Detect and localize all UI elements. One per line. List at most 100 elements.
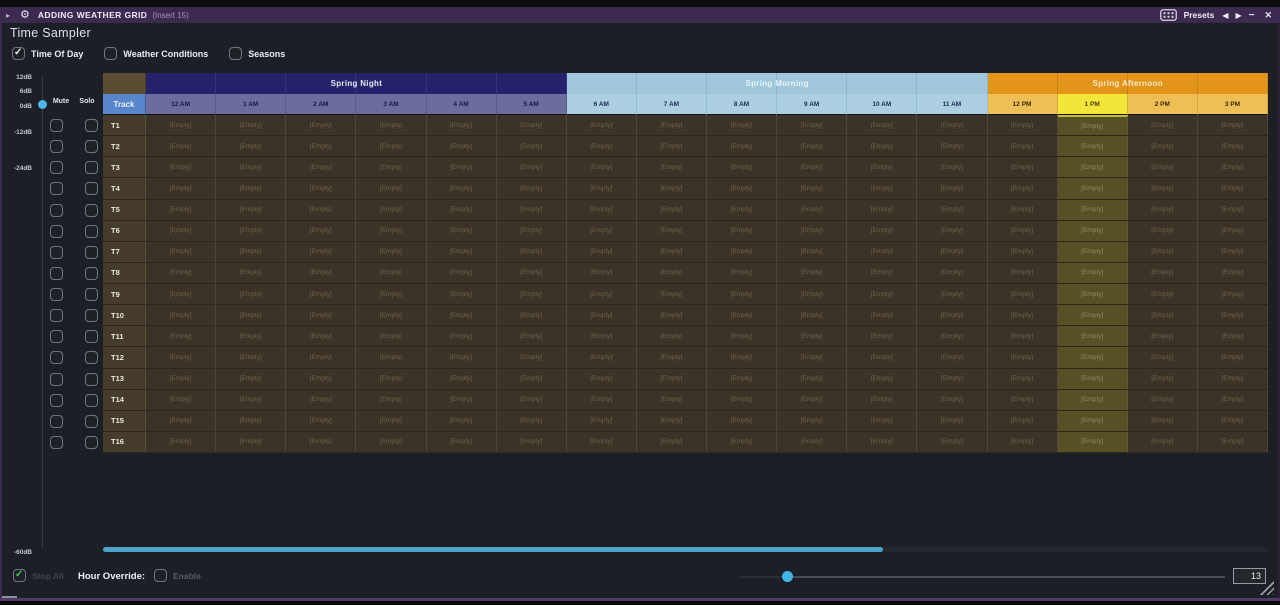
grid-cell[interactable]: [Empty] <box>216 221 286 242</box>
grid-cell[interactable]: [Empty] <box>777 432 847 453</box>
mute-checkbox-t12[interactable] <box>50 351 63 364</box>
grid-cell[interactable]: [Empty] <box>567 305 637 326</box>
grid-cell[interactable]: [Empty] <box>1058 369 1128 390</box>
grid-cell[interactable]: [Empty] <box>1058 200 1128 221</box>
mute-checkbox-t2[interactable] <box>50 140 63 153</box>
grid-cell[interactable]: [Empty] <box>777 390 847 411</box>
grid-cell[interactable]: [Empty] <box>286 136 356 157</box>
weather-conditions-checkbox[interactable] <box>104 47 117 60</box>
grid-cell[interactable]: [Empty] <box>427 347 497 368</box>
minimize-icon[interactable]: − <box>1249 10 1255 21</box>
grid-cell[interactable]: [Empty] <box>356 411 426 432</box>
hour-header-9am[interactable]: 9 AM <box>777 94 847 115</box>
grid-cell[interactable]: [Empty] <box>637 115 707 136</box>
grid-cell[interactable]: [Empty] <box>497 115 567 136</box>
grid-cell[interactable]: [Empty] <box>988 326 1058 347</box>
gear-icon[interactable]: ⚙ <box>20 10 30 21</box>
grid-cell[interactable]: [Empty] <box>216 369 286 390</box>
solo-checkbox-t4[interactable] <box>85 182 98 195</box>
grid-cell[interactable]: [Empty] <box>777 369 847 390</box>
grid-cell[interactable]: [Empty] <box>917 157 987 178</box>
grid-cell[interactable]: [Empty] <box>847 326 917 347</box>
grid-cell[interactable]: [Empty] <box>286 221 356 242</box>
grid-cell[interactable]: [Empty] <box>1128 157 1198 178</box>
solo-checkbox-t8[interactable] <box>85 267 98 280</box>
grid-cell[interactable]: [Empty] <box>216 411 286 432</box>
grid-cell[interactable]: [Empty] <box>356 432 426 453</box>
grid-cell[interactable]: [Empty] <box>847 242 917 263</box>
grid-cell[interactable]: [Empty] <box>427 369 497 390</box>
hour-header-12pm[interactable]: 12 PM <box>988 94 1058 115</box>
grid-cell[interactable]: [Empty] <box>917 411 987 432</box>
grid-cell[interactable]: [Empty] <box>707 305 777 326</box>
solo-checkbox-t1[interactable] <box>85 119 98 132</box>
grid-cell[interactable]: [Empty] <box>286 369 356 390</box>
grid-cell[interactable]: [Empty] <box>847 284 917 305</box>
grid-cell[interactable]: [Empty] <box>637 411 707 432</box>
grid-cell[interactable]: [Empty] <box>988 305 1058 326</box>
grid-cell[interactable]: [Empty] <box>356 284 426 305</box>
grid-cell[interactable]: [Empty] <box>1198 305 1268 326</box>
grid-cell[interactable]: [Empty] <box>1058 347 1128 368</box>
grid-cell[interactable]: [Empty] <box>988 263 1058 284</box>
grid-cell[interactable]: [Empty] <box>497 326 567 347</box>
mute-checkbox-t10[interactable] <box>50 309 63 322</box>
grid-cell[interactable]: [Empty] <box>847 221 917 242</box>
grid-cell[interactable]: [Empty] <box>216 390 286 411</box>
grid-cell[interactable]: [Empty] <box>356 157 426 178</box>
hour-header-11am[interactable]: 11 AM <box>917 94 987 115</box>
grid-cell[interactable]: [Empty] <box>427 242 497 263</box>
grid-cell[interactable]: [Empty] <box>637 178 707 199</box>
grid-cell[interactable]: [Empty] <box>707 432 777 453</box>
grid-cell[interactable]: [Empty] <box>497 136 567 157</box>
grid-cell[interactable]: [Empty] <box>637 369 707 390</box>
grid-cell[interactable]: [Empty] <box>988 369 1058 390</box>
grid-cell[interactable]: [Empty] <box>427 115 497 136</box>
grid-cell[interactable]: [Empty] <box>988 136 1058 157</box>
grid-cell[interactable]: [Empty] <box>216 178 286 199</box>
grid-cell[interactable]: [Empty] <box>637 242 707 263</box>
grid-cell[interactable]: [Empty] <box>146 221 216 242</box>
grid-cell[interactable]: [Empty] <box>917 221 987 242</box>
grid-cell[interactable]: [Empty] <box>847 136 917 157</box>
stop-all-checkbox[interactable] <box>13 569 26 582</box>
solo-checkbox-t2[interactable] <box>85 140 98 153</box>
hour-header-8am[interactable]: 8 AM <box>707 94 777 115</box>
grid-cell[interactable]: [Empty] <box>1128 221 1198 242</box>
grid-cell[interactable]: [Empty] <box>847 411 917 432</box>
grid-cell[interactable]: [Empty] <box>497 284 567 305</box>
grid-cell[interactable]: [Empty] <box>1128 305 1198 326</box>
grid-cell[interactable]: [Empty] <box>567 369 637 390</box>
grid-cell[interactable]: [Empty] <box>1198 200 1268 221</box>
hour-header-1pm[interactable]: 1 PM <box>1058 94 1128 115</box>
grid-cell[interactable]: [Empty] <box>567 136 637 157</box>
hour-header-3pm[interactable]: 3 PM <box>1198 94 1268 115</box>
solo-checkbox-t11[interactable] <box>85 330 98 343</box>
grid-cell[interactable]: [Empty] <box>777 242 847 263</box>
grid-cell[interactable]: [Empty] <box>427 221 497 242</box>
grid-cell[interactable]: [Empty] <box>567 115 637 136</box>
hour-header-7am[interactable]: 7 AM <box>637 94 707 115</box>
grid-cell[interactable]: [Empty] <box>707 242 777 263</box>
grid-cell[interactable]: [Empty] <box>146 115 216 136</box>
grid-cell[interactable]: [Empty] <box>427 136 497 157</box>
grid-cell[interactable]: [Empty] <box>847 432 917 453</box>
mute-checkbox-t8[interactable] <box>50 267 63 280</box>
grid-cell[interactable]: [Empty] <box>427 432 497 453</box>
mute-checkbox-t1[interactable] <box>50 119 63 132</box>
grid-cell[interactable]: [Empty] <box>777 221 847 242</box>
grid-cell[interactable]: [Empty] <box>637 200 707 221</box>
grid-cell[interactable]: [Empty] <box>567 200 637 221</box>
grid-cell[interactable]: [Empty] <box>988 115 1058 136</box>
grid-cell[interactable]: [Empty] <box>286 157 356 178</box>
grid-cell[interactable]: [Empty] <box>707 284 777 305</box>
solo-checkbox-t5[interactable] <box>85 204 98 217</box>
mute-checkbox-t13[interactable] <box>50 373 63 386</box>
grid-cell[interactable]: [Empty] <box>146 157 216 178</box>
grid-cell[interactable]: [Empty] <box>146 136 216 157</box>
hour-header-4am[interactable]: 4 AM <box>427 94 497 115</box>
grid-cell[interactable]: [Empty] <box>1198 221 1268 242</box>
grid-cell[interactable]: [Empty] <box>286 115 356 136</box>
grid-cell[interactable]: [Empty] <box>286 432 356 453</box>
grid-cell[interactable]: [Empty] <box>707 326 777 347</box>
